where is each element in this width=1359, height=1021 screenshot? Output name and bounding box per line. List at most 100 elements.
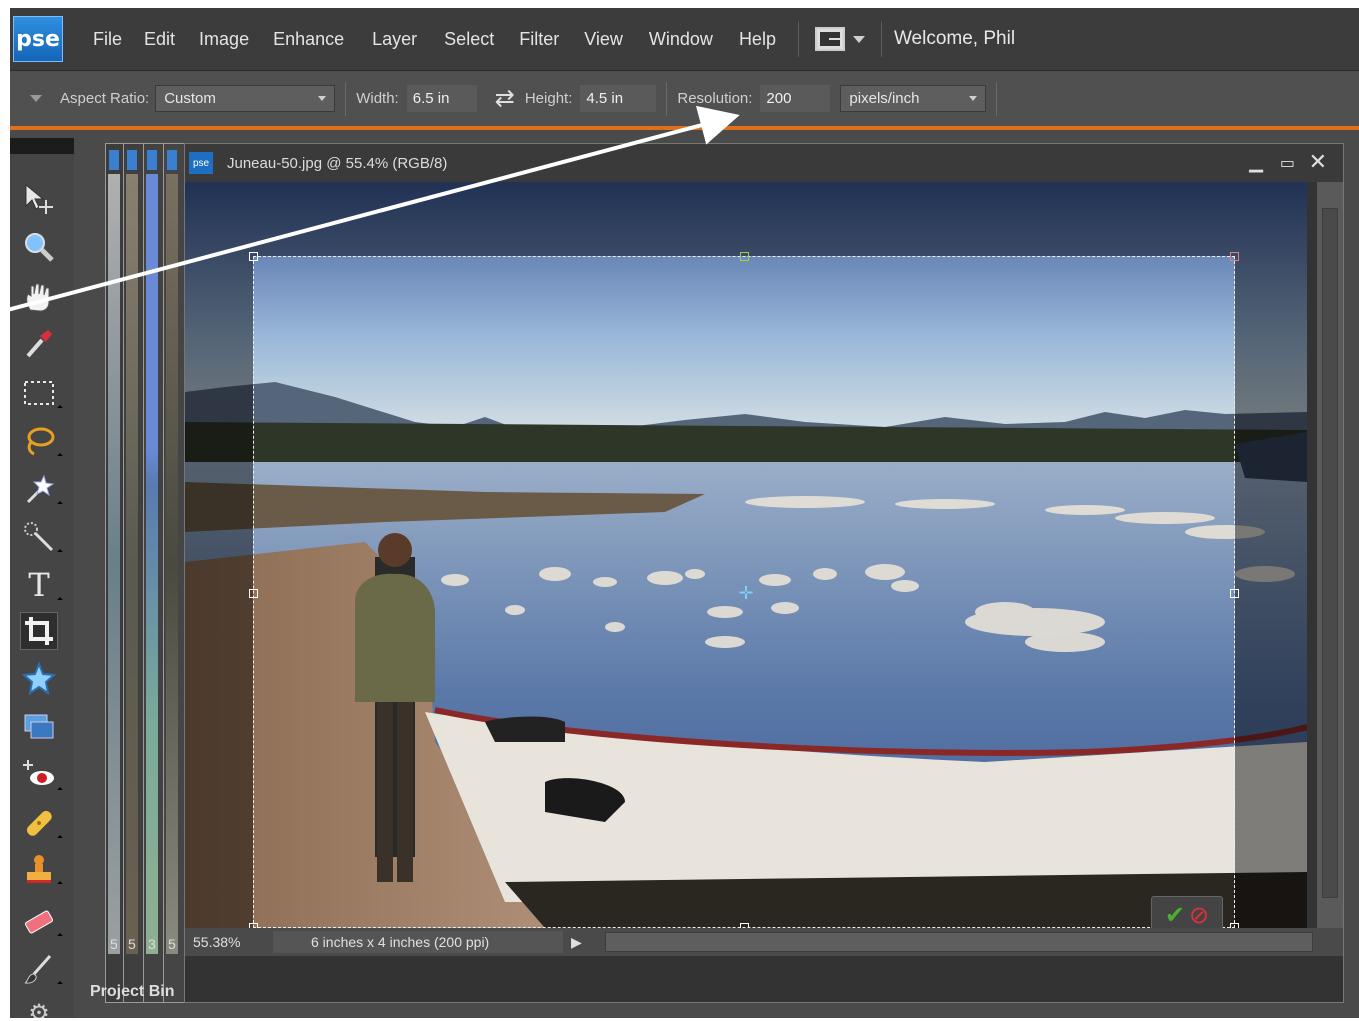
options-separator [996, 81, 998, 116]
stacked-doc-tab[interactable] [147, 150, 157, 170]
stacked-doc-zoom: 3 [148, 936, 156, 952]
crop-handle-top[interactable] [740, 252, 749, 261]
crop-shield-top [253, 182, 1235, 256]
type-tool-icon[interactable]: T [20, 566, 63, 604]
close-icon[interactable]: ✕ [1309, 149, 1327, 175]
pse-logo: pse [13, 16, 63, 62]
aspect-ratio-value: Custom [164, 90, 216, 107]
height-label: Height: [524, 90, 573, 107]
clone-stamp-tool-icon[interactable] [20, 850, 63, 888]
document-title-bar[interactable]: pse Juneau-50.jpg @ 55.4% (RGB/8) ▁ ▭ ✕ [185, 144, 1343, 182]
crop-handle-left[interactable] [249, 589, 258, 598]
options-bar-accent-line [10, 126, 1359, 130]
menu-window[interactable]: Window [649, 29, 713, 50]
stacked-doc-preview [146, 174, 158, 954]
menu-help[interactable]: Help [739, 29, 776, 50]
menu-separator [797, 21, 799, 57]
minimize-icon[interactable]: ▁ [1249, 152, 1263, 173]
stacked-doc-tab[interactable] [109, 150, 119, 170]
tool-options-bar: Aspect Ratio: Custom Width: 6.5 in ⇄ Hei… [10, 70, 1359, 126]
options-separator [666, 81, 668, 116]
crop-handle-right[interactable] [1230, 589, 1239, 598]
resolution-label: Resolution: [677, 90, 753, 107]
maximize-icon[interactable]: ▭ [1280, 153, 1295, 173]
eyedropper-tool-icon[interactable] [20, 324, 58, 362]
project-bin-label[interactable]: Project Bin [90, 983, 174, 1001]
options-separator [345, 81, 347, 116]
stacked-doc-preview [126, 174, 138, 954]
swap-dimensions-icon[interactable]: ⇄ [495, 86, 515, 111]
crop-marquee[interactable]: ✛ [249, 252, 1239, 928]
menu-file[interactable]: File [93, 29, 122, 50]
stacked-document-4[interactable]: 5 [163, 143, 185, 1003]
image-canvas[interactable]: ✛ ✔ ⊘ [185, 182, 1307, 928]
lasso-tool-icon[interactable] [20, 422, 63, 460]
status-menu-arrow-icon[interactable]: ▶ [571, 934, 582, 951]
red-eye-tool-icon[interactable] [20, 756, 63, 794]
chevron-down-icon [969, 96, 978, 101]
cancel-icon[interactable]: ⊘ [1189, 901, 1209, 929]
width-input[interactable]: 6.5 in [406, 85, 477, 112]
document-window: pse Juneau-50.jpg @ 55.4% (RGB/8) ▁ ▭ ✕ [184, 143, 1344, 1003]
chevron-down-icon [318, 96, 327, 101]
menu-enhance[interactable]: Enhance [273, 29, 344, 50]
crop-handle-top-left[interactable] [249, 252, 258, 261]
tool-preset-chevron-icon[interactable] [30, 95, 42, 102]
stacked-doc-zoom: 5 [168, 936, 176, 952]
crop-center-icon[interactable]: ✛ [738, 584, 754, 602]
menu-image[interactable]: Image [199, 29, 249, 50]
straighten-tool-icon[interactable] [20, 708, 58, 746]
quick-selection-tool-icon[interactable] [20, 518, 63, 556]
menu-layer[interactable]: Layer [372, 29, 417, 50]
aspect-ratio-select[interactable]: Custom [155, 85, 336, 112]
hand-tool-icon[interactable] [20, 278, 58, 316]
document-title: Juneau-50.jpg @ 55.4% (RGB/8) [227, 154, 448, 172]
resolution-input[interactable]: 200 [760, 85, 831, 112]
menu-bar: pse File Edit Image Enhance Layer Select… [10, 8, 1359, 70]
stacked-doc-zoom: 5 [110, 936, 118, 952]
commit-check-icon[interactable]: ✔ [1165, 901, 1185, 929]
toolbox-grip[interactable] [10, 138, 74, 154]
eraser-tool-icon[interactable] [20, 902, 63, 940]
stacked-doc-tab[interactable] [127, 150, 137, 170]
marquee-tool-icon[interactable] [20, 374, 63, 412]
crop-tool-icon[interactable] [20, 612, 58, 650]
stacked-doc-preview [108, 174, 120, 954]
crop-handle-top-right[interactable] [1230, 252, 1239, 261]
vertical-scrollbar[interactable] [1317, 182, 1343, 928]
layout-grid-icon [814, 27, 845, 51]
crop-shield-left [185, 182, 253, 928]
horizontal-scrollbar[interactable] [605, 932, 1313, 952]
cookie-cutter-tool-icon[interactable] [20, 660, 58, 698]
document-status-bar: 55.38% 6 inches x 4 inches (200 ppi) ▶ [185, 928, 1343, 956]
menu-filter[interactable]: Filter [519, 29, 559, 50]
resolution-unit-select[interactable]: pixels/inch [840, 85, 987, 112]
document-info: 6 inches x 4 inches (200 ppi) [273, 931, 563, 953]
chevron-down-icon [852, 35, 865, 43]
photoshop-elements-window: pse File Edit Image Enhance Layer Select… [10, 8, 1359, 1018]
menu-select[interactable]: Select [444, 29, 494, 50]
height-input[interactable]: 4.5 in [580, 85, 657, 112]
zoom-tool-icon[interactable] [20, 228, 58, 266]
stacked-doc-preview [166, 174, 178, 954]
brush-tool-icon[interactable] [20, 950, 63, 988]
toolbox: T ⚙ [10, 138, 74, 1018]
menu-separator [880, 21, 882, 57]
menu-edit[interactable]: Edit [144, 29, 175, 50]
settings-icon[interactable]: ⚙ [20, 994, 58, 1019]
vertical-scroll-thumb[interactable] [1322, 208, 1338, 898]
healing-brush-tool-icon[interactable] [20, 804, 63, 842]
width-label: Width: [356, 90, 399, 107]
menu-view[interactable]: View [584, 29, 623, 50]
welcome-text: Welcome, Phil [893, 28, 1016, 49]
arrange-layout-button[interactable] [814, 27, 865, 51]
crop-shield-right [1235, 182, 1307, 928]
move-tool-icon[interactable] [20, 180, 58, 218]
aspect-ratio-label: Aspect Ratio: [60, 90, 150, 107]
crop-commit-controls: ✔ ⊘ [1151, 896, 1223, 928]
stacked-doc-tab[interactable] [167, 150, 177, 170]
stacked-doc-zoom: 5 [128, 936, 136, 952]
resolution-unit-value: pixels/inch [849, 90, 920, 107]
magic-wand-tool-icon[interactable] [20, 470, 63, 508]
zoom-level[interactable]: 55.38% [193, 934, 273, 950]
